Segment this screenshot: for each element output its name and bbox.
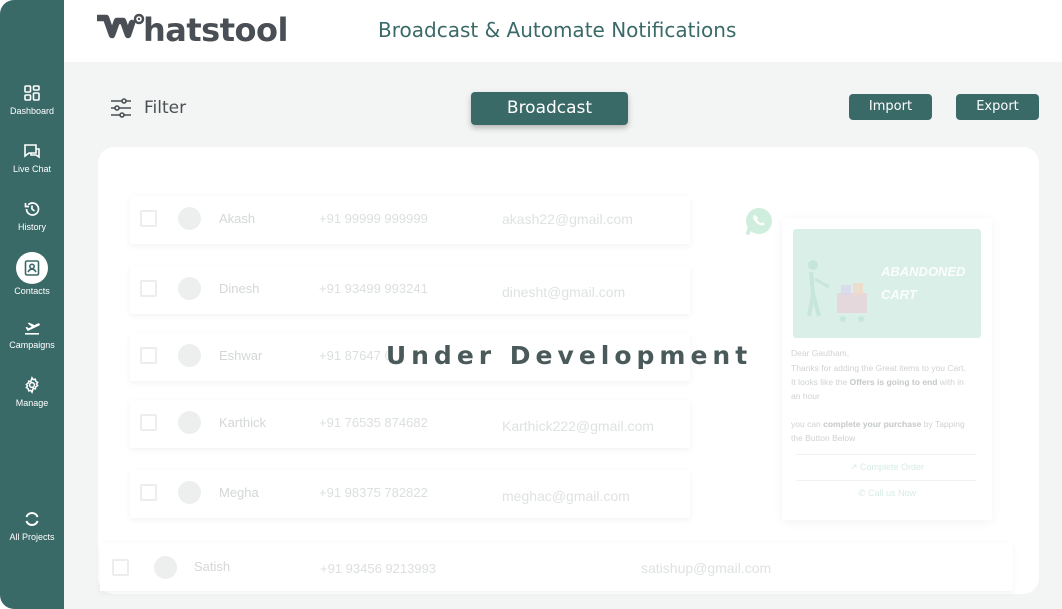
divider — [796, 454, 976, 455]
table-row[interactable]: Akash +91 99999 999999 akash22@gmail.com — [130, 196, 690, 244]
broadcast-button[interactable]: Broadcast — [471, 92, 628, 125]
export-button[interactable]: Export — [956, 94, 1039, 120]
sidebar-item-label: Dashboard — [9, 106, 55, 116]
message-line: It looks like the Offers is going to end… — [791, 377, 964, 387]
avatar — [178, 277, 201, 300]
avatar — [178, 481, 201, 504]
contact-name: Dinesh — [219, 281, 260, 296]
page-title: Broadcast & Automate Notifications — [378, 18, 737, 42]
active-indicator — [16, 252, 48, 284]
logo: hatstool — [97, 10, 288, 50]
contact-name: Akash — [219, 211, 256, 226]
contact-email: Karthick222@gmail.com — [502, 418, 654, 434]
message-line: the Button Below — [791, 433, 856, 443]
call-us-now-action[interactable]: ✆ Call us Now — [782, 488, 992, 499]
filter-icon — [111, 98, 131, 118]
message-line: an hour — [791, 391, 820, 401]
history-icon — [24, 202, 40, 216]
sidebar: Dashboard Live Chat History Contacts Cam… — [0, 0, 64, 609]
row-checkbox[interactable] — [140, 414, 157, 431]
table-row[interactable]: Megha +91 98375 782822 meghac@gmail.com — [130, 470, 690, 518]
contact-phone: +91 76535 874682 — [319, 415, 428, 430]
row-checkbox[interactable] — [140, 484, 157, 501]
contact-phone: +91 93456 9213993 — [320, 561, 437, 576]
sidebar-item-label: All Projects — [9, 532, 55, 542]
sidebar-item-history[interactable]: History — [0, 200, 64, 232]
message-line: you can complete your purchase by Tappin… — [791, 419, 965, 429]
contact-phone: +91 93499 993241 — [319, 281, 428, 296]
filter-button[interactable]: Filter — [109, 96, 186, 120]
sidebar-item-label: History — [17, 222, 46, 232]
divider — [796, 480, 976, 481]
shopping-cart-illustration — [807, 260, 867, 322]
banner-title-line-2: CART — [881, 287, 917, 302]
contacts-icon — [24, 260, 40, 276]
row-checkbox[interactable] — [140, 210, 157, 227]
sidebar-item-label: Contacts — [14, 286, 50, 296]
phone-icon: ✆ — [857, 488, 869, 498]
dashboard-icon — [24, 85, 40, 101]
contact-email: satishup@gmail.com — [641, 560, 772, 576]
contact-name: Satish — [194, 559, 231, 574]
logo-w-mark — [97, 13, 145, 39]
row-checkbox[interactable] — [112, 559, 129, 576]
avatar — [178, 411, 201, 434]
sidebar-item-contacts[interactable]: Contacts — [0, 252, 64, 296]
contact-email: akash22@gmail.com — [502, 211, 633, 227]
whatsapp-icon — [746, 208, 772, 235]
contact-phone: +91 99999 999999 — [319, 211, 428, 226]
sidebar-item-all-projects[interactable]: All Projects — [0, 510, 64, 542]
gear-icon — [25, 376, 39, 394]
complete-order-action[interactable]: ↗ Complete Order — [782, 462, 992, 473]
table-row[interactable]: Karthick +91 76535 874682 Karthick222@gm… — [130, 400, 690, 448]
sidebar-item-label: Live Chat — [12, 164, 52, 174]
sidebar-item-live-chat[interactable]: Live Chat — [0, 142, 64, 174]
banner-image: ABANDONED CART — [793, 229, 981, 338]
sidebar-item-manage[interactable]: Manage — [0, 376, 64, 408]
projects-icon — [25, 512, 39, 526]
chat-icon — [24, 144, 40, 159]
import-button[interactable]: Import — [849, 94, 932, 120]
sidebar-item-label: Manage — [15, 398, 49, 408]
external-link-icon: ↗ — [849, 462, 860, 472]
sidebar-item-dashboard[interactable]: Dashboard — [0, 84, 64, 116]
under-development-message: Under Development — [385, 341, 753, 370]
banner-title-line-1: ABANDONED — [881, 264, 966, 279]
avatar — [178, 207, 201, 230]
table-row[interactable]: Satish +91 93456 9213993 satishup@gmail.… — [100, 543, 1013, 591]
contact-name: Karthick — [219, 415, 266, 430]
contact-phone: +91 98375 782822 — [319, 485, 428, 500]
contact-email: meghac@gmail.com — [502, 488, 630, 504]
table-row[interactable]: Dinesh +91 93499 993241 dinesht@gmail.co… — [130, 266, 690, 314]
contact-email: dinesht@gmail.com — [502, 284, 626, 300]
row-checkbox[interactable] — [140, 280, 157, 297]
contact-name: Megha — [219, 485, 259, 500]
campaigns-icon — [25, 322, 40, 335]
filter-label: Filter — [144, 98, 187, 118]
logo-text: hatstool — [143, 11, 288, 49]
avatar — [154, 556, 177, 579]
